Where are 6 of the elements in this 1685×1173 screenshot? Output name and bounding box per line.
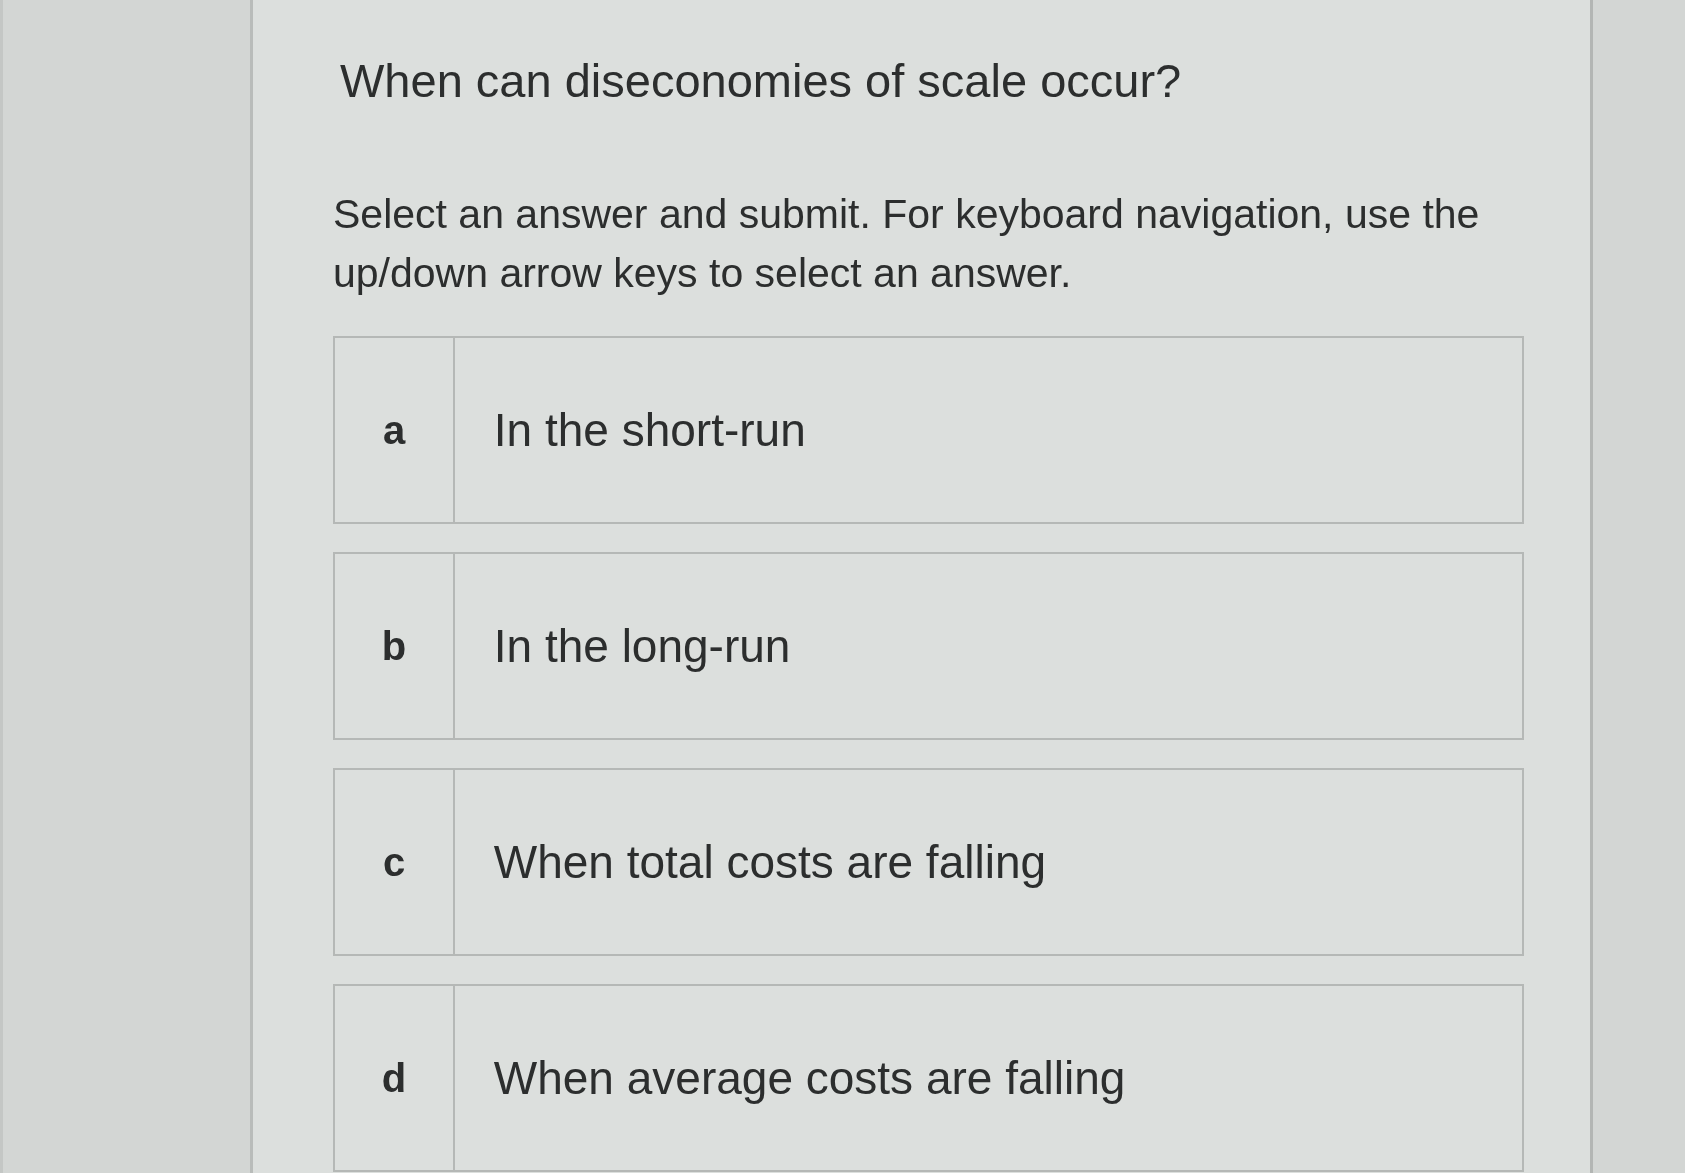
question-title: When can diseconomies of scale occur? (340, 53, 1182, 109)
answer-option[interactable]: b In the long-run (333, 552, 1524, 740)
instructions-text: Select an answer and submit. For keyboard navigation, use the up/down arrow keys to select an answer. (333, 190, 1481, 298)
answer-option[interactable]: d When average costs are falling (333, 984, 1524, 1172)
answer-option[interactable]: c When total costs are falling (333, 768, 1524, 956)
answer-option[interactable]: a In the short-run (333, 336, 1524, 524)
